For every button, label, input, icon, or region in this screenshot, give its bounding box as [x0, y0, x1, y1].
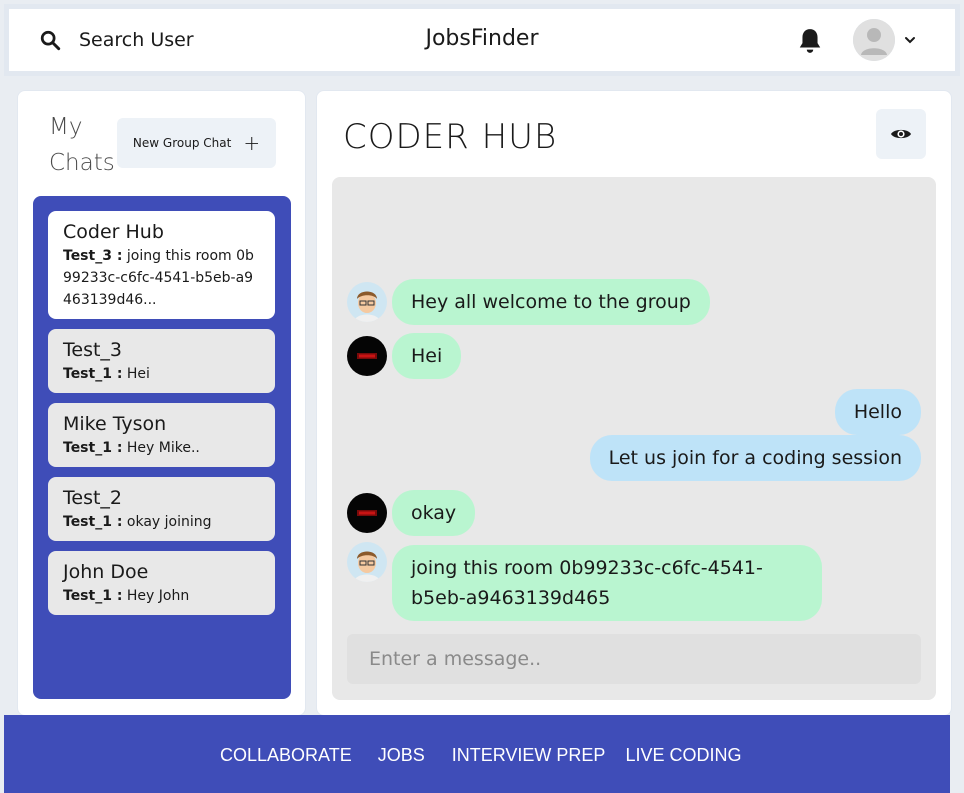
chat-preview-sender: Test_1 :: [63, 588, 123, 604]
footer-link-collaborate[interactable]: COLLABORATE: [220, 745, 352, 766]
navbar-inner: Search User JobsFinder: [9, 9, 955, 71]
my-chats-title: My Chats: [49, 109, 115, 181]
incoming-message-bubble: joing this room 0b99233c-c6fc-4541-b5eb-…: [392, 545, 822, 621]
chevron-down-icon: [905, 37, 915, 44]
my-chats-title-line2: Chats: [49, 150, 115, 176]
chat-preview-sender: Test_1 :: [63, 366, 123, 382]
chat-name: Coder Hub: [63, 221, 164, 243]
chat-item-coder-hub[interactable]: Coder Hub Test_3 : joing this room 0b992…: [48, 211, 275, 319]
sender-avatar: [347, 336, 387, 376]
footer-bar: COLLABORATE JOBS INTERVIEW PREP LIVE COD…: [4, 715, 950, 793]
incoming-message-bubble: okay: [392, 490, 476, 536]
chat-preview-text: Hey John: [122, 588, 190, 604]
chat-preview-text: Hey Mike..: [122, 440, 200, 456]
outgoing-message-bubble: Hello: [834, 389, 921, 435]
chat-preview-sender: Test_1 :: [63, 440, 123, 456]
new-group-chat-label: New Group Chat: [132, 136, 232, 150]
incoming-message-bubble: Hei: [392, 333, 462, 379]
message-row: Hello: [834, 389, 921, 435]
chat-item-john-doe[interactable]: John Doe Test_1 : Hey John: [48, 551, 275, 615]
chat-preview-text: Hei: [122, 366, 150, 382]
message-row: Hei: [347, 333, 462, 379]
new-group-chat-button[interactable]: New Group Chat +: [117, 118, 276, 168]
chat-preview: Test_3 : joing this room 0b99233c-c6fc-4…: [63, 245, 260, 311]
plus-icon: +: [243, 131, 261, 155]
chat-room-panel: CODER HUB Hey all welcome to the group H…: [316, 90, 952, 716]
chat-preview-text: okay joining: [122, 514, 212, 530]
my-chats-panel: My Chats New Group Chat + Coder Hub Test…: [17, 90, 306, 716]
bell-icon[interactable]: [797, 27, 823, 55]
message-row: okay: [347, 490, 476, 536]
chat-preview-sender: Test_1 :: [63, 514, 123, 530]
sender-avatar: [347, 542, 387, 582]
chat-name: John Doe: [63, 561, 149, 583]
messages-area: Hey all welcome to the group Hei Hello L…: [332, 177, 936, 700]
footer-link-interview-prep[interactable]: INTERVIEW PREP: [452, 745, 606, 766]
chat-list: Coder Hub Test_3 : joing this room 0b992…: [33, 196, 291, 699]
chat-name: Test_3: [63, 339, 123, 361]
top-navbar: Search User JobsFinder: [4, 4, 960, 76]
chat-preview: Test_1 : Hei: [63, 363, 260, 385]
view-group-info-button[interactable]: [876, 109, 926, 159]
chat-preview: Test_1 : okay joining: [63, 511, 260, 533]
profile-menu-button[interactable]: [853, 19, 917, 61]
message-row: joing this room 0b99233c-c6fc-4541-b5eb-…: [347, 542, 822, 621]
footer-link-live-coding[interactable]: LIVE CODING: [625, 745, 741, 766]
message-row: Hey all welcome to the group: [347, 279, 710, 325]
footer-link-jobs[interactable]: JOBS: [378, 745, 425, 766]
chat-preview: Test_1 : Hey John: [63, 585, 260, 607]
chat-item-test-2[interactable]: Test_2 Test_1 : okay joining: [48, 477, 275, 541]
incoming-message-bubble: Hey all welcome to the group: [392, 279, 710, 325]
eye-icon: [891, 129, 911, 139]
message-input[interactable]: [347, 634, 921, 684]
chat-preview-sender: Test_3 :: [63, 248, 123, 264]
chat-name: Mike Tyson: [63, 413, 167, 435]
chat-item-mike-tyson[interactable]: Mike Tyson Test_1 : Hey Mike..: [48, 403, 275, 467]
footer-nav: COLLABORATE JOBS INTERVIEW PREP LIVE COD…: [220, 745, 741, 766]
room-title: CODER HUB: [343, 117, 558, 157]
outgoing-message-bubble: Let us join for a coding session: [589, 435, 921, 481]
avatar: [853, 19, 895, 61]
chat-name: Test_2: [63, 487, 123, 509]
sender-avatar: [347, 282, 387, 322]
chat-item-test-3[interactable]: Test_3 Test_1 : Hei: [48, 329, 275, 393]
message-row: Let us join for a coding session: [589, 435, 921, 481]
chat-preview: Test_1 : Hey Mike..: [63, 437, 260, 459]
sender-avatar: [347, 493, 387, 533]
my-chats-title-line1: My: [49, 114, 83, 140]
